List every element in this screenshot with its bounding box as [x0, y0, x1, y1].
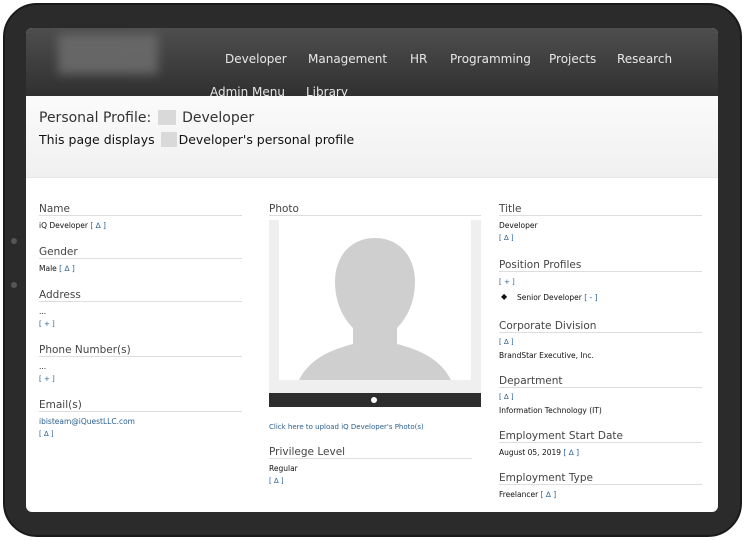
page-subtitle-suffix: Developer's personal profile [178, 132, 355, 147]
email-label: Email(s) [39, 399, 82, 411]
nav-programming[interactable]: Programming [450, 52, 531, 66]
redacted-text [160, 132, 177, 147]
nav-management[interactable]: Management [308, 52, 387, 66]
edit-department-link[interactable]: [ ∆ ] [499, 393, 514, 401]
page-title: Personal Profile: Developer [39, 110, 254, 126]
upload-photo-link[interactable]: Click here to upload iQ Developer's Phot… [269, 423, 424, 431]
nav-research[interactable]: Research [617, 52, 672, 66]
division-value: BrandStar Executive, Inc. [499, 351, 594, 360]
page-title-prefix: Personal Profile: [39, 110, 152, 126]
divider [39, 301, 242, 302]
remove-position-link[interactable]: [ - ] [584, 293, 597, 302]
photo-carousel-bar [269, 393, 481, 407]
gender-value: Male [ ∆ ] [39, 264, 75, 273]
add-address-link[interactable]: [ + ] [39, 320, 55, 328]
name-value: iQ Developer [ ∆ ] [39, 221, 106, 230]
edit-gender-link[interactable]: [ ∆ ] [59, 264, 75, 273]
divider [499, 271, 702, 272]
department-label: Department [499, 375, 563, 387]
name-text: iQ Developer [39, 221, 88, 230]
avatar-silhouette-icon [279, 220, 471, 380]
top-navigation: Developer Management HR Programming Proj… [26, 28, 718, 99]
employment-type-value: Freelancer [ ∆ ] [499, 490, 556, 499]
address-value: ... [39, 307, 47, 316]
nav-projects[interactable]: Projects [549, 52, 596, 66]
photo-label: Photo [269, 203, 299, 215]
divider [39, 258, 242, 259]
divider [39, 356, 242, 357]
department-value: Information Technology (IT) [499, 406, 602, 415]
position-item: Senior Developer [ - ] [517, 293, 598, 302]
division-label: Corporate Division [499, 320, 597, 332]
start-date-text: August 05, 2019 [499, 448, 562, 457]
edit-title-link[interactable]: [ ∆ ] [499, 234, 514, 242]
redacted-text [157, 110, 176, 125]
page-header: Personal Profile: Developer This page di… [26, 96, 718, 178]
email-link[interactable]: ibisteam@iQuestLLC.com [39, 417, 135, 426]
title-label: Title [499, 203, 522, 215]
divider [39, 411, 242, 412]
divider [269, 215, 481, 216]
title-value: Developer [499, 221, 538, 230]
start-date-label: Employment Start Date [499, 430, 623, 442]
logo [58, 34, 158, 74]
phone-value: ... [39, 362, 47, 371]
carousel-dot[interactable] [371, 397, 377, 403]
gender-text: Male [39, 264, 57, 273]
side-button [11, 238, 17, 244]
employment-type-text: Freelancer [499, 490, 539, 499]
phone-label: Phone Number(s) [39, 344, 131, 356]
profile-photo-placeholder [269, 220, 481, 395]
page-title-suffix: Developer [182, 110, 255, 126]
add-position-link[interactable]: [ + ] [499, 278, 515, 286]
position-profiles-label: Position Profiles [499, 259, 582, 271]
name-label: Name [39, 203, 70, 215]
side-button [11, 282, 17, 288]
page-subtitle: This page displays Developer's personal … [39, 132, 354, 147]
page-subtitle-prefix: This page displays [39, 132, 155, 147]
address-label: Address [39, 289, 81, 301]
employment-type-label: Employment Type [499, 472, 593, 484]
start-date-value: August 05, 2019 [ ∆ ] [499, 448, 579, 457]
edit-privilege-link[interactable]: [ ∆ ] [269, 477, 284, 485]
divider [499, 387, 702, 388]
divider [499, 484, 702, 485]
edit-employment-type-link[interactable]: [ ∆ ] [541, 490, 557, 499]
nav-hr[interactable]: HR [410, 52, 427, 66]
divider [39, 215, 242, 216]
screen: Developer Management HR Programming Proj… [26, 28, 718, 512]
gender-label: Gender [39, 246, 78, 258]
edit-division-link[interactable]: [ ∆ ] [499, 338, 514, 346]
privilege-value: Regular [269, 464, 298, 473]
privilege-label: Privilege Level [269, 446, 346, 458]
nav-developer[interactable]: Developer [225, 52, 287, 66]
divider [499, 332, 702, 333]
edit-email-link[interactable]: [ ∆ ] [39, 430, 54, 438]
divider [499, 215, 702, 216]
add-phone-link[interactable]: [ + ] [39, 375, 55, 383]
edit-name-link[interactable]: [ ∆ ] [90, 221, 106, 230]
edit-start-date-link[interactable]: [ ∆ ] [563, 448, 579, 457]
divider [499, 442, 702, 443]
divider [269, 458, 472, 459]
bullet-diamond-icon: ◆ [501, 292, 508, 301]
position-item-text: Senior Developer [517, 293, 582, 302]
